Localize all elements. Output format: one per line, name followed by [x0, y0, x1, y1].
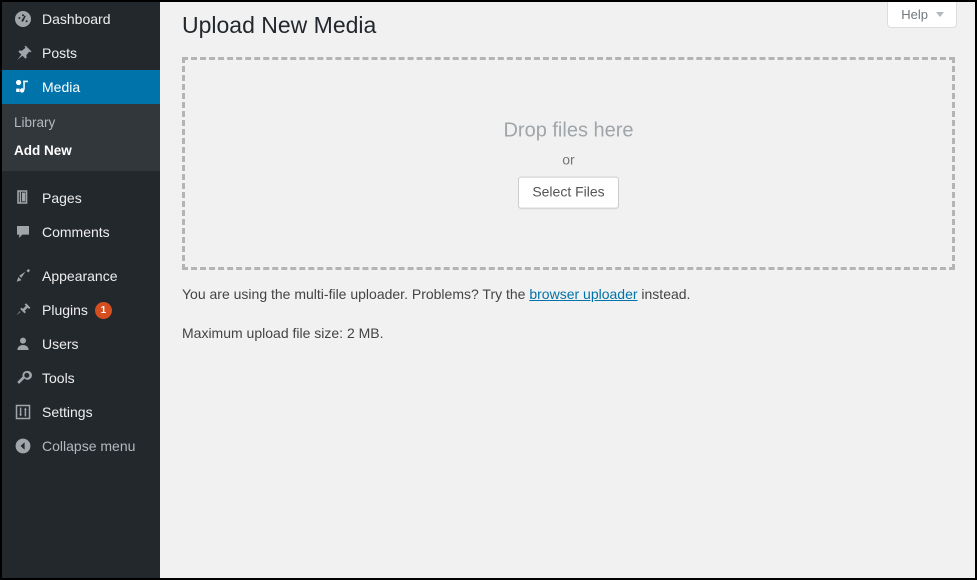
- sidebar-item-comments[interactable]: Comments: [2, 215, 160, 249]
- content-wrap: Upload New Media Drop files here or Sele…: [160, 2, 975, 344]
- page-title: Upload New Media: [182, 12, 377, 38]
- sidebar-item-posts[interactable]: Posts: [2, 36, 160, 70]
- sidebar-item-label: Media: [42, 79, 81, 95]
- collapse-menu-button[interactable]: Collapse menu: [2, 429, 160, 463]
- sidebar-item-label: Users: [42, 336, 79, 353]
- uploader-notice: You are using the multi-file uploader. P…: [182, 284, 955, 305]
- collapse-menu-label: Collapse menu: [42, 438, 136, 455]
- sidebar-item-settings[interactable]: Settings: [2, 395, 160, 429]
- media-submenu: Library Add New: [2, 104, 160, 172]
- max-upload-size-text: Maximum upload file size: 2 MB.: [182, 325, 384, 341]
- sliders-icon: [12, 402, 34, 422]
- wordpress-admin-screen: Dashboard Posts Media Library Add New Pa…: [0, 0, 977, 580]
- dropzone-title: Drop files here: [503, 119, 634, 142]
- wrench-icon: [12, 368, 34, 388]
- sidebar-item-label: Posts: [42, 45, 78, 61]
- arrow-left-circle-icon: [12, 436, 34, 456]
- sidebar-item-pages[interactable]: Pages: [2, 181, 160, 215]
- dashboard-icon: [12, 9, 34, 29]
- active-menu-arrow: [160, 79, 168, 95]
- pin-icon: [12, 43, 34, 63]
- user-icon: [12, 334, 34, 354]
- dropzone-inner: Drop files here or Select Files: [185, 118, 952, 209]
- sidebar-item-label: Pages: [42, 190, 82, 207]
- menu-separator: [2, 249, 160, 259]
- submenu-item-add-new[interactable]: Add New: [2, 137, 160, 165]
- sidebar-item-appearance[interactable]: Appearance: [2, 259, 160, 293]
- browser-uploader-link[interactable]: browser uploader: [529, 286, 637, 302]
- submenu-item-library[interactable]: Library: [2, 109, 160, 137]
- dropzone-or-label: or: [562, 151, 575, 168]
- plug-icon: [12, 300, 34, 320]
- help-label: Help: [901, 6, 928, 22]
- sidebar-item-dashboard[interactable]: Dashboard: [2, 2, 160, 36]
- chevron-down-icon: [936, 12, 944, 17]
- paintbrush-icon: [12, 266, 34, 286]
- pages-icon: [12, 188, 34, 208]
- sidebar-item-label: Tools: [42, 370, 75, 387]
- notice-text-before: You are using the multi-file uploader. P…: [182, 286, 530, 302]
- sidebar-item-label: Comments: [42, 224, 110, 241]
- select-files-button[interactable]: Select Files: [518, 176, 619, 209]
- media-icon: [12, 77, 34, 97]
- admin-sidebar: Dashboard Posts Media Library Add New Pa…: [2, 2, 168, 578]
- help-button[interactable]: Help: [887, 2, 957, 28]
- comments-icon: [12, 222, 34, 242]
- menu-separator: [2, 171, 160, 181]
- sidebar-item-tools[interactable]: Tools: [2, 361, 160, 395]
- notice-text-after: instead.: [637, 286, 691, 302]
- sidebar-item-label: Settings: [42, 404, 93, 421]
- sidebar-item-label: Appearance: [42, 268, 118, 285]
- screen-meta-links: Help: [887, 2, 957, 28]
- sidebar-item-label: Plugins: [42, 302, 88, 319]
- sidebar-item-label: Dashboard: [42, 11, 111, 27]
- sidebar-item-plugins[interactable]: Plugins 1: [2, 293, 160, 327]
- file-dropzone[interactable]: Drop files here or Select Files: [182, 57, 955, 270]
- admin-content: Help Upload New Media Drop files here or…: [160, 2, 975, 578]
- plugins-update-badge: 1: [94, 301, 112, 319]
- sidebar-item-media[interactable]: Media: [2, 70, 168, 104]
- sidebar-item-users[interactable]: Users: [2, 327, 160, 361]
